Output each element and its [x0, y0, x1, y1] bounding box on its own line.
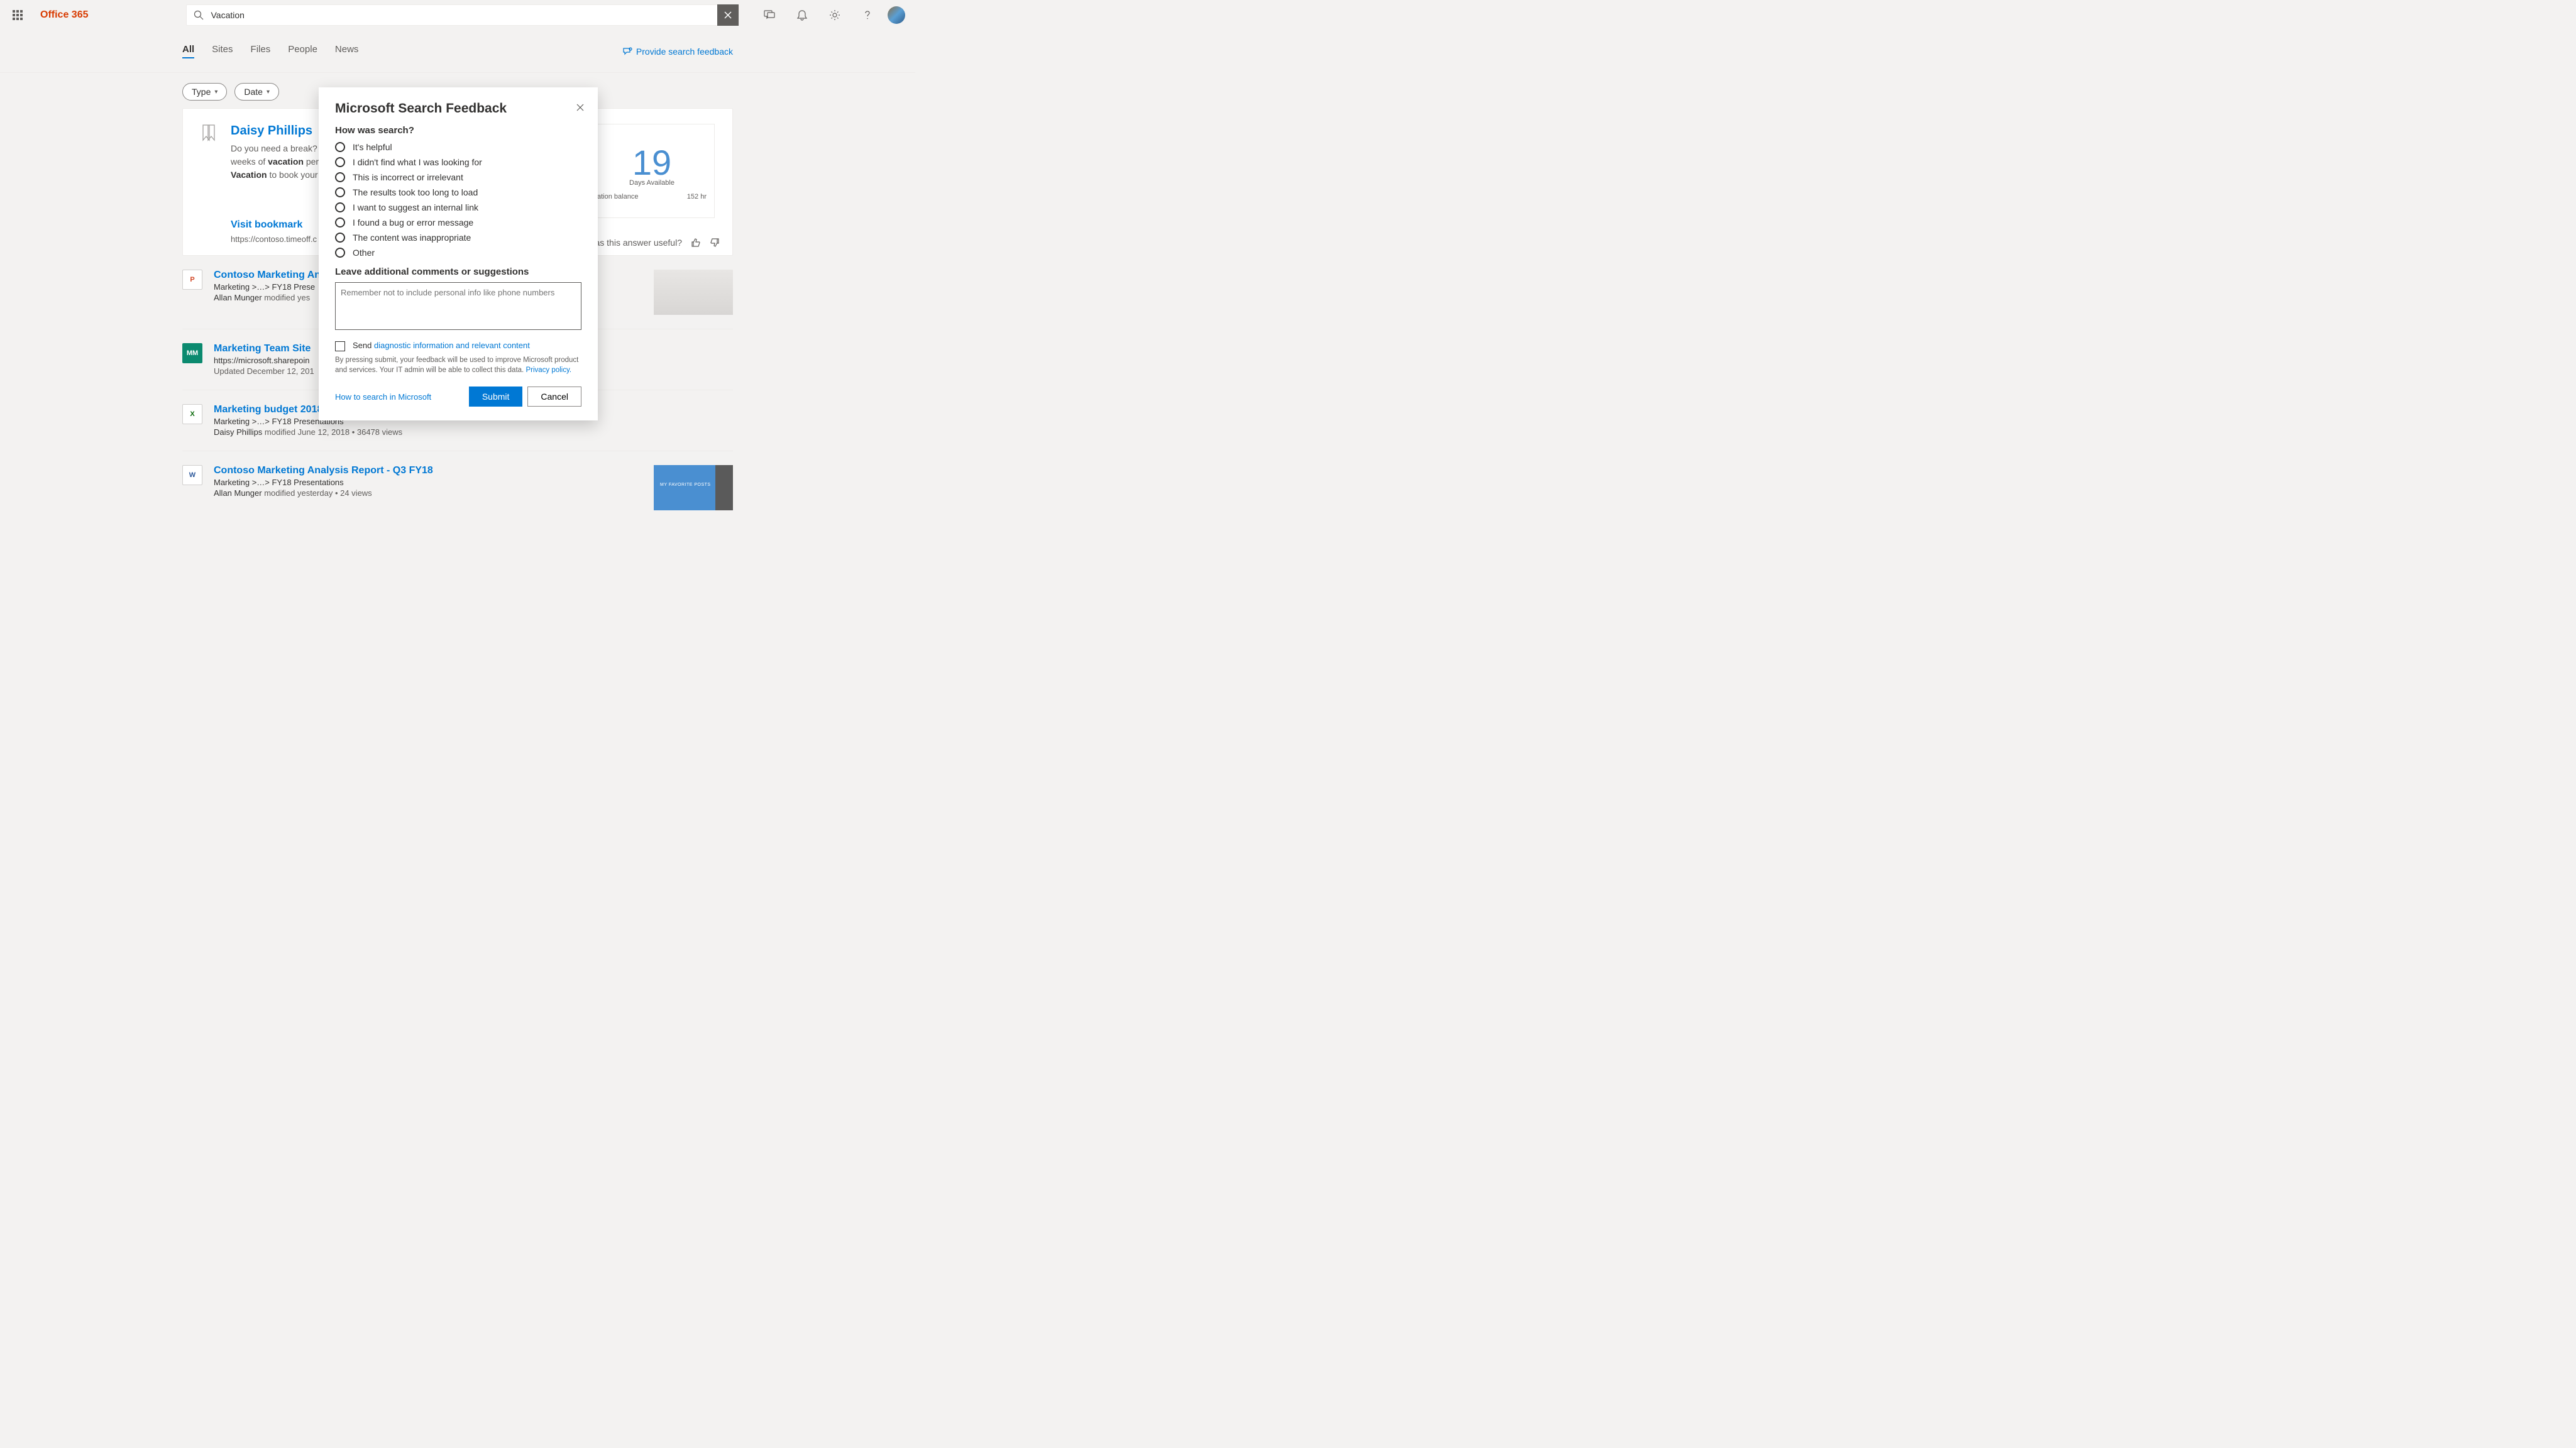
- chevron-down-icon: ▾: [267, 89, 270, 96]
- close-button[interactable]: [573, 100, 588, 115]
- help-link[interactable]: How to search in Microsoft: [335, 392, 431, 402]
- radio-option[interactable]: The content was inappropriate: [335, 233, 581, 243]
- tab-row: All Sites Files People News: [182, 44, 358, 58]
- answer-feedback: Was this answer useful?: [587, 238, 720, 248]
- radio-option[interactable]: I found a bug or error message: [335, 217, 581, 228]
- avatar[interactable]: [888, 6, 905, 24]
- radio-icon: [335, 142, 345, 152]
- radio-option[interactable]: I want to suggest an internal link: [335, 202, 581, 212]
- tab-all[interactable]: All: [182, 44, 194, 58]
- bell-icon[interactable]: [790, 3, 815, 28]
- search-box: [186, 4, 739, 26]
- tab-news[interactable]: News: [335, 44, 359, 58]
- search-icon: [187, 10, 211, 20]
- provide-feedback-link[interactable]: Provide search feedback: [622, 47, 733, 57]
- brand-label: Office 365: [40, 9, 88, 21]
- chevron-down-icon: ▾: [214, 89, 217, 96]
- radio-icon: [335, 233, 345, 243]
- diagnostic-checkbox[interactable]: [335, 341, 345, 351]
- modal-footer: How to search in Microsoft Submit Cancel: [335, 387, 581, 407]
- diagnostic-row: Send diagnostic information and relevant…: [335, 341, 581, 351]
- radio-option[interactable]: I didn't find what I was looking for: [335, 157, 581, 167]
- cancel-button[interactable]: Cancel: [527, 387, 581, 407]
- result-meta: Daisy Phillips modified June 12, 2018 • …: [214, 427, 733, 437]
- radio-group: It's helpful I didn't find what I was lo…: [335, 142, 581, 258]
- diagnostic-link[interactable]: diagnostic information and relevant cont…: [374, 341, 530, 350]
- result-thumbnail: [654, 270, 733, 315]
- thumb-down-icon[interactable]: [710, 238, 720, 248]
- privacy-link[interactable]: Privacy policy.: [526, 366, 571, 374]
- comments-input[interactable]: [335, 282, 581, 330]
- thumb-up-icon[interactable]: [691, 238, 701, 248]
- tab-files[interactable]: Files: [251, 44, 271, 58]
- filter-date[interactable]: Date ▾: [234, 83, 279, 101]
- radio-option[interactable]: This is incorrect or irrelevant: [335, 172, 581, 182]
- clear-search-button[interactable]: [717, 4, 739, 26]
- radio-icon: [335, 202, 345, 212]
- filter-type[interactable]: Type ▾: [182, 83, 227, 101]
- useful-question: Was this answer useful?: [587, 238, 682, 248]
- result-meta: Allan Munger modified yesterday • 24 vie…: [214, 488, 642, 498]
- widget-balance-row: ation balance152 hr: [590, 187, 714, 200]
- feedback-icon: [622, 47, 632, 57]
- search-input[interactable]: [211, 10, 717, 20]
- result-thumbnail: MY FAVORITE POSTS: [654, 465, 733, 510]
- help-icon[interactable]: [855, 3, 880, 28]
- disclaimer-text: By pressing submit, your feedback will b…: [335, 355, 581, 375]
- word-icon: W: [182, 465, 202, 485]
- chat-icon[interactable]: [757, 3, 782, 28]
- widget-number: 19: [632, 142, 671, 183]
- radio-option[interactable]: The results took too long to load: [335, 187, 581, 197]
- gear-icon[interactable]: [822, 3, 847, 28]
- tab-people[interactable]: People: [288, 44, 317, 58]
- modal-question: How was search?: [335, 125, 581, 136]
- radio-icon: [335, 157, 345, 167]
- radio-option[interactable]: Other: [335, 248, 581, 258]
- modal-comments-label: Leave additional comments or suggestions: [335, 266, 581, 277]
- vacation-widget: 19 Days Available ation balance152 hr: [589, 124, 715, 218]
- sub-nav: All Sites Files People News Provide sear…: [0, 30, 915, 73]
- radio-icon: [335, 217, 345, 228]
- header-actions: [757, 3, 910, 28]
- radio-icon: [335, 172, 345, 182]
- result-item[interactable]: W Contoso Marketing Analysis Report - Q3…: [182, 451, 733, 524]
- site-icon: MM: [182, 343, 202, 363]
- submit-button[interactable]: Submit: [469, 387, 523, 407]
- bookmark-icon: [201, 124, 217, 143]
- widget-label: Days Available: [629, 179, 674, 187]
- header: Office 365: [0, 0, 915, 30]
- feedback-link-label: Provide search feedback: [636, 47, 733, 57]
- radio-icon: [335, 248, 345, 258]
- radio-option[interactable]: It's helpful: [335, 142, 581, 152]
- app-launcher-icon[interactable]: [5, 3, 30, 28]
- result-title[interactable]: Contoso Marketing Analysis Report - Q3 F…: [214, 465, 642, 476]
- modal-title: Microsoft Search Feedback: [335, 101, 581, 116]
- tab-sites[interactable]: Sites: [212, 44, 233, 58]
- feedback-modal: Microsoft Search Feedback How was search…: [319, 87, 598, 420]
- excel-icon: X: [182, 404, 202, 424]
- result-path: Marketing >…> FY18 Presentations: [214, 478, 642, 487]
- radio-icon: [335, 187, 345, 197]
- powerpoint-icon: P: [182, 270, 202, 290]
